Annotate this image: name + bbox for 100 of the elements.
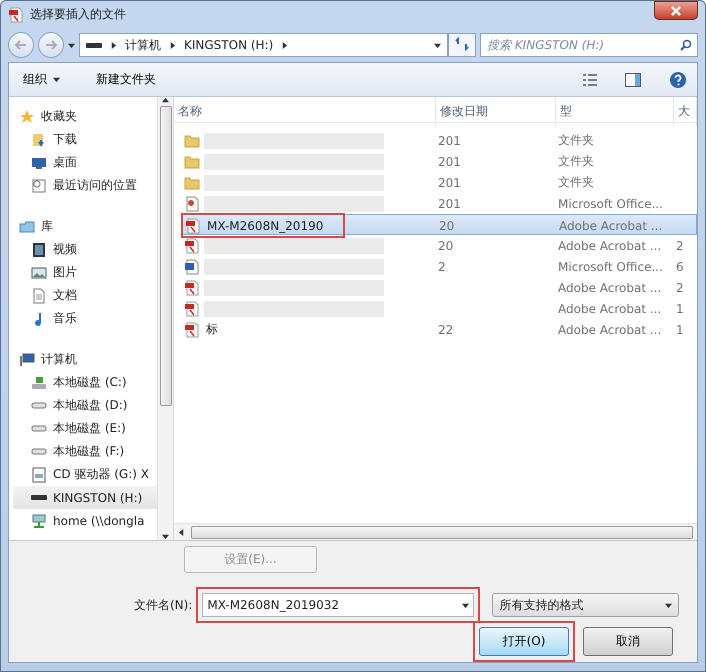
sidebar-item[interactable]: 音乐	[13, 307, 157, 330]
file-row[interactable]: 201 文件夹	[182, 151, 697, 172]
breadcrumb-segment[interactable]: 计算机	[125, 36, 161, 54]
file-type-dropdown[interactable]: 所有支持的格式	[492, 593, 679, 617]
modified-date: 2	[437, 260, 447, 274]
file-name-label: 文件名(N):	[134, 596, 192, 614]
picture-icon	[31, 264, 47, 280]
folder-icon	[184, 154, 200, 170]
file-row[interactable]: 201 Microsoft Office...	[182, 193, 697, 214]
pdf-file-icon	[184, 280, 200, 296]
file-type: 文件夹	[557, 132, 595, 149]
drive-icon	[31, 448, 47, 455]
view-options-icon[interactable]	[583, 74, 597, 86]
file-row[interactable]: 20 Adobe Acrobat ... 2	[182, 235, 697, 256]
modified-date: 201	[437, 196, 462, 210]
drive-icon	[31, 402, 47, 409]
folder-icon	[184, 132, 200, 148]
file-row[interactable]: 标 22 Adobe Acrobat ... 1	[182, 319, 697, 340]
new-folder-button[interactable]: 新建文件夹	[92, 69, 160, 90]
sidebar-item[interactable]: 本地磁盘 (E:)	[13, 417, 157, 440]
file-type: Adobe Acrobat ...	[557, 280, 662, 294]
column-header[interactable]: 型	[556, 97, 674, 126]
forward-arrow-icon	[45, 40, 57, 50]
sidebar-item[interactable]: 本地磁盘 (C:)	[13, 371, 157, 394]
help-icon[interactable]	[669, 70, 687, 88]
sidebar-item[interactable]: KINGSTON (H:)	[13, 486, 157, 509]
file-row[interactable]: Adobe Acrobat ... 2	[182, 277, 697, 298]
file-type: 文件夹	[557, 153, 595, 170]
sidebar-group[interactable]: 计算机	[41, 351, 77, 368]
window-title: 选择要插入的文件	[30, 6, 127, 24]
modified-date: 22	[437, 322, 454, 336]
sidebar-item[interactable]: 桌面	[13, 151, 157, 174]
sidebar-group[interactable]: 收藏夹	[41, 108, 77, 125]
file-name: MX-M2608N_20190	[206, 218, 324, 232]
file-name-field[interactable]: MX-M2608N_2019032	[202, 593, 474, 617]
sidebar-group[interactable]: 库	[41, 218, 53, 235]
sidebar-item[interactable]: 下载	[13, 128, 157, 151]
file-type: Adobe Acrobat ...	[557, 238, 662, 252]
file-type: Adobe Acrobat ...	[557, 322, 662, 336]
cd-drive-icon	[31, 466, 47, 482]
file-size: 1	[675, 302, 685, 316]
sidebar-item[interactable]: 图片	[13, 261, 157, 284]
caret-icon	[178, 528, 185, 536]
pdf-file-icon	[184, 322, 200, 338]
scrollbar[interactable]	[157, 97, 173, 540]
file-row[interactable]: MX-M2608N_20190 20 Adobe Acrobat ...	[182, 214, 697, 235]
file-type: Microsoft Office...	[557, 260, 664, 274]
caret-icon	[53, 76, 60, 83]
address-bar[interactable]: 计算机 KINGSTON (H:)	[79, 33, 448, 58]
preview-pane-icon[interactable]	[625, 72, 641, 86]
file-row[interactable]: 201 文件夹	[182, 130, 697, 151]
file-type: Adobe Acrobat ...	[558, 218, 664, 232]
back-arrow-icon	[15, 40, 27, 50]
pdf-file-icon	[184, 300, 200, 316]
pdf-file-icon	[8, 6, 24, 23]
horizontal-scrollbar[interactable]	[174, 523, 697, 540]
file-row[interactable]: Adobe Acrobat ... 1	[182, 298, 697, 319]
caret-icon	[281, 42, 288, 49]
sidebar-item[interactable]: 视频	[13, 238, 157, 261]
modified-date: 201	[437, 176, 462, 190]
caret-icon	[169, 42, 176, 49]
sidebar-item[interactable]: 文档	[13, 284, 157, 307]
file-size: 1	[675, 322, 685, 336]
caret-icon	[110, 42, 117, 49]
file-row[interactable]: 201 文件夹	[182, 172, 697, 193]
open-button[interactable]: 打开(O)	[479, 627, 569, 656]
usb-drive-icon	[86, 41, 102, 50]
drive-icon	[31, 425, 47, 432]
file-type: Adobe Acrobat ...	[557, 302, 662, 316]
document-icon	[31, 288, 47, 304]
sidebar-item[interactable]: 最近访问的位置	[13, 174, 157, 197]
sidebar-item[interactable]: 本地磁盘 (D:)	[13, 394, 157, 417]
folder-icon	[184, 174, 200, 190]
cancel-button[interactable]: 取消	[583, 627, 673, 656]
refresh-icon	[455, 36, 469, 51]
word-file-icon	[184, 258, 200, 274]
computer-icon	[19, 352, 35, 368]
file-size: 6	[675, 260, 685, 274]
network-drive-icon	[31, 512, 47, 528]
caret-icon	[68, 42, 75, 49]
column-header[interactable]: 名称	[174, 97, 436, 126]
usb-drive-icon	[31, 495, 47, 500]
column-header[interactable]: 修改日期	[436, 97, 556, 126]
file-row[interactable]: 2 Microsoft Office... 6	[182, 256, 697, 277]
system-drive-icon	[31, 374, 47, 390]
file-size: 2	[675, 280, 685, 294]
refresh-button[interactable]	[448, 33, 476, 58]
library-icon	[19, 218, 35, 234]
column-header[interactable]: 大	[674, 97, 697, 126]
breadcrumb-segment[interactable]: KINGSTON (H:)	[184, 38, 274, 52]
modified-date: 20	[438, 218, 456, 232]
sidebar-item[interactable]: 本地磁盘 (F:)	[13, 440, 157, 463]
caret-icon	[434, 42, 441, 49]
file-size: 2	[675, 238, 685, 252]
search-field[interactable]: 搜索 KINGSTON (H:)	[480, 33, 698, 58]
sidebar-item[interactable]: home (\\dongla	[13, 509, 157, 532]
close-button[interactable]	[654, 1, 698, 20]
sidebar-item[interactable]: CD 驱动器 (G:) X	[13, 463, 157, 486]
organize-menu-button[interactable]: 组织	[19, 69, 64, 90]
film-icon	[31, 242, 47, 258]
